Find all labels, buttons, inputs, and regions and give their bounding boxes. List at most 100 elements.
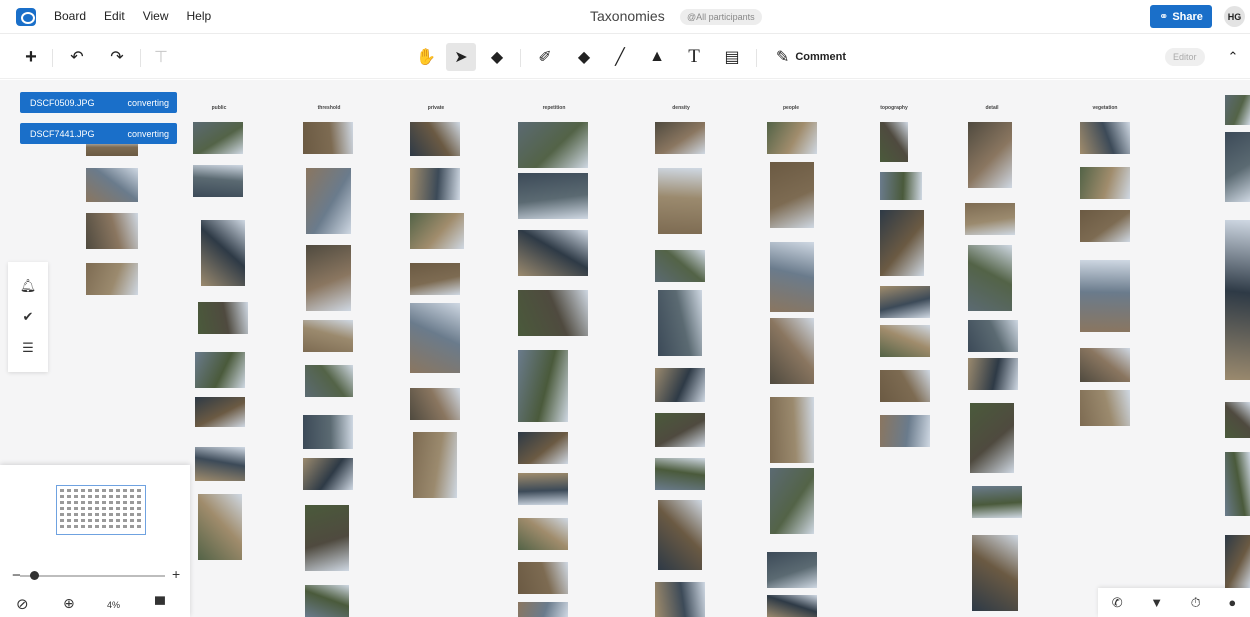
photo-thumbnail[interactable] bbox=[195, 447, 245, 481]
photo-thumbnail[interactable] bbox=[195, 352, 245, 388]
photo-thumbnail[interactable] bbox=[1225, 452, 1250, 516]
photo-thumbnail[interactable] bbox=[770, 162, 814, 228]
photo-thumbnail[interactable] bbox=[198, 302, 248, 334]
photo-thumbnail[interactable] bbox=[658, 500, 702, 570]
photo-thumbnail[interactable] bbox=[658, 290, 702, 356]
photo-thumbnail[interactable] bbox=[410, 303, 460, 373]
zoom-magnifier-icon[interactable]: ⊕ bbox=[63, 595, 75, 612]
photo-thumbnail[interactable] bbox=[770, 242, 814, 312]
photo-thumbnail[interactable] bbox=[880, 122, 908, 162]
photo-thumbnail[interactable] bbox=[880, 415, 930, 447]
format-painter-icon[interactable]: ⊤ bbox=[150, 43, 172, 71]
photo-thumbnail[interactable] bbox=[1080, 167, 1130, 199]
photo-thumbnail[interactable] bbox=[303, 122, 353, 154]
photo-thumbnail[interactable] bbox=[767, 122, 817, 154]
check-circle-icon[interactable]: ✔ bbox=[23, 309, 34, 325]
photo-thumbnail[interactable] bbox=[968, 122, 1012, 188]
photo-thumbnail[interactable] bbox=[1225, 402, 1250, 438]
highlighter-icon[interactable]: ◆ bbox=[572, 43, 596, 71]
photo-thumbnail[interactable] bbox=[880, 286, 930, 318]
fit-screen-icon[interactable]: ▀ bbox=[155, 596, 165, 612]
list-icon[interactable]: ☰ bbox=[22, 340, 34, 356]
photo-thumbnail[interactable] bbox=[972, 486, 1022, 518]
collapse-icon[interactable]: ⌃ bbox=[1223, 43, 1243, 71]
photo-thumbnail[interactable] bbox=[195, 397, 245, 427]
photo-thumbnail[interactable] bbox=[770, 468, 814, 534]
menu-view[interactable]: View bbox=[143, 9, 169, 23]
photo-thumbnail[interactable] bbox=[86, 263, 138, 295]
menu-help[interactable]: Help bbox=[187, 9, 212, 23]
photo-thumbnail[interactable] bbox=[965, 203, 1015, 235]
menu-board[interactable]: Board bbox=[54, 9, 86, 23]
undo-icon[interactable]: ↶ bbox=[66, 43, 88, 71]
photo-thumbnail[interactable] bbox=[970, 403, 1014, 473]
photo-thumbnail[interactable] bbox=[303, 458, 353, 490]
photo-thumbnail[interactable] bbox=[303, 415, 353, 449]
select-pointer-icon[interactable]: ➤ bbox=[446, 43, 476, 71]
photo-thumbnail[interactable] bbox=[767, 552, 817, 588]
photo-thumbnail[interactable] bbox=[518, 562, 568, 594]
photo-thumbnail[interactable] bbox=[1080, 260, 1130, 332]
photo-thumbnail[interactable] bbox=[303, 320, 353, 352]
photo-thumbnail[interactable] bbox=[198, 494, 242, 560]
photo-thumbnail[interactable] bbox=[410, 122, 460, 156]
upload-chip[interactable]: DSCF7441.JPG converting bbox=[20, 123, 177, 144]
photo-thumbnail[interactable] bbox=[518, 173, 588, 219]
photo-thumbnail[interactable] bbox=[880, 325, 930, 357]
photo-thumbnail[interactable] bbox=[410, 388, 460, 420]
photo-thumbnail[interactable] bbox=[767, 595, 817, 617]
zoom-in-button[interactable]: + bbox=[172, 566, 180, 582]
photo-thumbnail[interactable] bbox=[655, 458, 705, 490]
hand-pan-icon[interactable]: ✋ bbox=[414, 43, 438, 71]
eraser-icon[interactable]: ◆ bbox=[485, 43, 509, 71]
photo-thumbnail[interactable] bbox=[1080, 348, 1130, 382]
sticky-note-icon[interactable]: ▤ bbox=[720, 43, 744, 71]
photo-thumbnail[interactable] bbox=[655, 368, 705, 402]
photo-thumbnail[interactable] bbox=[518, 290, 588, 336]
photo-thumbnail[interactable] bbox=[968, 358, 1018, 390]
participants-badge[interactable]: @All participants bbox=[680, 9, 762, 25]
timer-icon[interactable]: ⏱ bbox=[1191, 595, 1201, 611]
share-button[interactable]: ⚭ Share bbox=[1150, 5, 1212, 28]
photo-thumbnail[interactable] bbox=[410, 168, 460, 200]
user-avatar[interactable]: HG bbox=[1224, 6, 1245, 27]
photo-thumbnail[interactable] bbox=[655, 122, 705, 154]
photo-thumbnail[interactable] bbox=[410, 213, 464, 249]
board-title[interactable]: Taxonomies bbox=[590, 8, 665, 24]
photo-thumbnail[interactable] bbox=[410, 263, 460, 295]
shape-icon[interactable]: ▲ bbox=[645, 43, 669, 71]
photo-thumbnail[interactable] bbox=[770, 318, 814, 384]
photo-thumbnail[interactable] bbox=[1225, 535, 1250, 589]
photo-thumbnail[interactable] bbox=[880, 210, 924, 276]
menu-edit[interactable]: Edit bbox=[104, 9, 125, 23]
photo-thumbnail[interactable] bbox=[306, 245, 351, 311]
photo-thumbnail[interactable] bbox=[193, 122, 243, 154]
zoom-slider-knob[interactable] bbox=[30, 571, 39, 580]
line-icon[interactable]: ╱ bbox=[608, 43, 632, 71]
text-icon[interactable]: T bbox=[682, 43, 706, 71]
photo-thumbnail[interactable] bbox=[1080, 390, 1130, 426]
photo-thumbnail[interactable] bbox=[655, 582, 705, 617]
photo-thumbnail[interactable] bbox=[518, 518, 568, 550]
photo-thumbnail[interactable] bbox=[972, 535, 1018, 611]
photo-thumbnail[interactable] bbox=[201, 220, 245, 286]
compass-icon[interactable]: ⊘ bbox=[16, 595, 29, 613]
minimap-viewport[interactable] bbox=[56, 485, 146, 535]
app-logo-icon[interactable] bbox=[16, 8, 36, 26]
notification-bell-icon[interactable]: 🔔︎ bbox=[20, 278, 37, 294]
photo-thumbnail[interactable] bbox=[1225, 95, 1250, 125]
upload-chip[interactable]: DSCF0509.JPG converting bbox=[20, 92, 177, 113]
photo-thumbnail[interactable] bbox=[518, 122, 588, 168]
pen-icon[interactable]: ✐ bbox=[532, 43, 558, 71]
photo-thumbnail[interactable] bbox=[968, 320, 1018, 352]
phone-icon[interactable]: ✆ bbox=[1112, 595, 1123, 611]
photo-thumbnail[interactable] bbox=[306, 168, 351, 234]
photo-thumbnail[interactable] bbox=[86, 213, 138, 249]
photo-thumbnail[interactable] bbox=[518, 602, 568, 617]
comment-button[interactable]: ✎ Comment bbox=[768, 43, 854, 71]
photo-thumbnail[interactable] bbox=[880, 370, 930, 402]
photo-thumbnail[interactable] bbox=[518, 473, 568, 505]
photo-thumbnail[interactable] bbox=[413, 432, 457, 498]
photo-thumbnail[interactable] bbox=[518, 230, 588, 276]
photo-thumbnail[interactable] bbox=[658, 168, 702, 234]
